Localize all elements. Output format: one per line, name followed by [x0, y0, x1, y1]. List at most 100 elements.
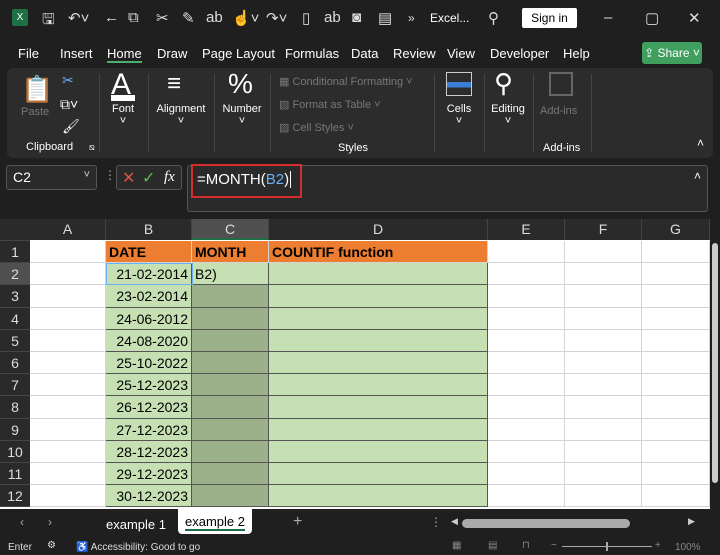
cell[interactable] [642, 307, 710, 330]
tab-developer[interactable]: Developer [490, 46, 549, 61]
cell[interactable] [30, 396, 106, 419]
countif-cell[interactable] [269, 263, 488, 286]
scroll-left-icon[interactable]: ◀ [451, 516, 458, 527]
cut-icon[interactable]: ✂ [156, 9, 169, 27]
cell[interactable] [30, 307, 106, 330]
cell[interactable] [30, 463, 106, 486]
countif-cell[interactable] [269, 463, 488, 486]
row-header-11[interactable]: 11 [0, 463, 30, 486]
page-break-view-icon[interactable]: ⊓ [522, 540, 530, 551]
month-cell[interactable] [192, 352, 269, 375]
collapse-ribbon-icon[interactable]: ˄ [697, 136, 704, 150]
month-cell[interactable] [192, 396, 269, 419]
date-cell[interactable]: 25-12-2023 [106, 374, 192, 397]
countif-cell[interactable] [269, 418, 488, 441]
close-button[interactable]: ✕ [688, 9, 701, 27]
cell[interactable] [642, 352, 710, 375]
format-as-table-button[interactable]: ▨ Format as Table ˅ [279, 98, 381, 111]
tab-file[interactable]: File [18, 46, 39, 61]
header-month[interactable]: MONTH [192, 241, 269, 264]
date-cell[interactable]: 29-12-2023 [106, 463, 192, 486]
countif-cell[interactable] [269, 396, 488, 419]
accessibility-status[interactable]: ♿ Accessibility: Good to go [76, 542, 200, 553]
conditional-formatting-button[interactable]: ▦ Conditional Formatting ˅ [279, 75, 413, 88]
month-cell[interactable] [192, 329, 269, 352]
cell[interactable] [565, 352, 642, 375]
cell[interactable] [488, 463, 565, 486]
row-header-7[interactable]: 7 [0, 374, 30, 397]
scroll-right-icon[interactable]: ▶ [688, 516, 695, 527]
cells-button[interactable]: Cells ˅ [439, 103, 479, 127]
column-header-f[interactable]: F [565, 219, 642, 240]
cell[interactable] [642, 241, 710, 264]
date-cell[interactable]: 27-12-2023 [106, 418, 192, 441]
sheet-tab-example-1[interactable]: example 1 [106, 517, 166, 532]
month-cell[interactable] [192, 440, 269, 463]
column-header-b[interactable]: B [106, 219, 192, 240]
row-header-6[interactable]: 6 [0, 352, 30, 375]
cell[interactable] [30, 374, 106, 397]
cancel-icon[interactable]: ✕ [122, 168, 135, 188]
spelling-icon[interactable]: ab [206, 9, 223, 26]
touch-mode-icon[interactable]: ☝˅ [232, 9, 259, 27]
cell[interactable] [565, 263, 642, 286]
countif-cell[interactable] [269, 285, 488, 308]
maximize-button[interactable]: ▢ [645, 9, 659, 27]
header-countif[interactable]: COUNTIF function [269, 241, 488, 264]
month-cell[interactable] [192, 418, 269, 441]
copy-icon[interactable]: ⧉ [128, 9, 139, 26]
copy-icon[interactable]: ⧉˅ [60, 96, 78, 113]
macro-icon[interactable]: ⚙ [47, 540, 56, 551]
cell[interactable] [642, 418, 710, 441]
row-header-1[interactable]: 1 [0, 241, 30, 264]
column-header-g[interactable]: G [642, 219, 710, 240]
format-painter-icon[interactable]: 🖌 [62, 118, 80, 135]
name-box[interactable]: C2 ˅ [6, 165, 97, 190]
countif-cell[interactable] [269, 329, 488, 352]
cell[interactable] [565, 329, 642, 352]
cell[interactable] [642, 485, 710, 508]
row-header-2[interactable]: 2 [0, 263, 30, 286]
cell[interactable] [488, 440, 565, 463]
cell[interactable] [565, 285, 642, 308]
cell[interactable] [642, 263, 710, 286]
cell[interactable] [565, 241, 642, 264]
sign-in-button[interactable]: Sign in [522, 8, 577, 28]
tab-help[interactable]: Help [563, 46, 590, 61]
zoom-slider-thumb[interactable] [606, 542, 608, 551]
cell[interactable] [30, 241, 106, 264]
row-header-9[interactable]: 9 [0, 418, 30, 441]
cell[interactable] [565, 374, 642, 397]
search-icon[interactable]: ⚲ [488, 9, 499, 27]
date-cell[interactable]: 25-10-2022 [106, 352, 192, 375]
camera-icon[interactable]: ◙ [352, 9, 361, 26]
new-file-icon[interactable]: ▯ [302, 9, 310, 27]
countif-cell[interactable] [269, 352, 488, 375]
next-sheet-icon[interactable]: › [48, 515, 52, 529]
row-header-12[interactable]: 12 [0, 485, 30, 508]
cell[interactable] [488, 418, 565, 441]
countif-cell[interactable] [269, 485, 488, 508]
cell-styles-button[interactable]: ▨ Cell Styles ˅ [279, 121, 354, 134]
cell[interactable] [488, 374, 565, 397]
month-cell[interactable] [192, 485, 269, 508]
overflow-button[interactable]: » [408, 11, 415, 25]
cell[interactable] [642, 463, 710, 486]
countif-cell[interactable] [269, 307, 488, 330]
vertical-scrollbar[interactable] [710, 219, 720, 509]
cell[interactable] [488, 329, 565, 352]
tab-formulas[interactable]: Formulas [285, 46, 339, 61]
cell[interactable] [488, 263, 565, 286]
row-header-10[interactable]: 10 [0, 440, 30, 463]
date-cell[interactable]: 24-06-2012 [106, 307, 192, 330]
row-header-5[interactable]: 5 [0, 329, 30, 352]
month-cell[interactable] [192, 374, 269, 397]
expand-formula-bar-icon[interactable]: ˄ [694, 169, 701, 183]
add-sheet-icon[interactable]: + [293, 513, 302, 531]
dialog-launcher-icon[interactable]: ⧅ [89, 142, 95, 153]
strikethrough-icon[interactable]: ab [324, 9, 341, 26]
active-cell-editing[interactable]: B2) [192, 263, 269, 286]
share-button[interactable]: ⇪ Share ˅ [642, 42, 702, 64]
editing-button[interactable]: Editing ˅ [487, 103, 529, 127]
cell[interactable] [642, 396, 710, 419]
